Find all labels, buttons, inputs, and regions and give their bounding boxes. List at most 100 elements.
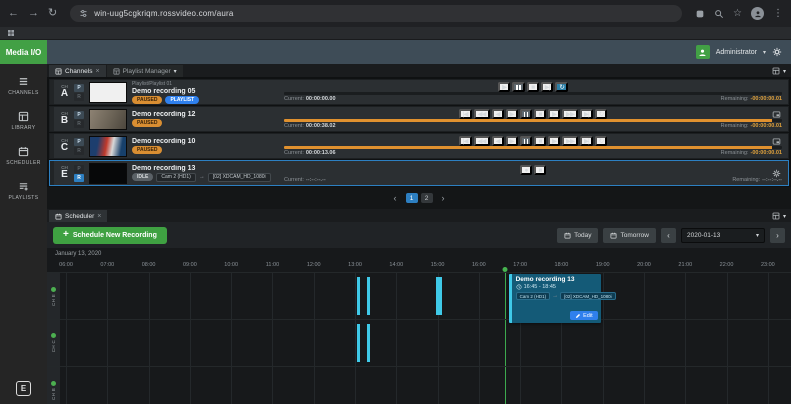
recording-bar[interactable]: [367, 324, 371, 362]
tab-channels[interactable]: Channels ×: [49, 65, 106, 77]
user-menu-caret-icon[interactable]: ▾: [763, 49, 766, 56]
forward-icon[interactable]: →: [28, 8, 39, 19]
recording-bar[interactable]: [357, 277, 361, 315]
record-mode-button[interactable]: R: [74, 119, 84, 128]
date-heading: January 13, 2020: [47, 248, 791, 259]
skip-end-button[interactable]: ▶|: [540, 82, 554, 92]
play-mode-button[interactable]: P: [74, 137, 84, 146]
drag-handle[interactable]: [50, 134, 54, 158]
search-icon[interactable]: [714, 9, 724, 19]
hour-label: 18:00: [554, 262, 569, 268]
pencil-icon: [575, 313, 581, 319]
date-picker[interactable]: 2020-01-13 ▾: [681, 227, 765, 243]
skip-start-button[interactable]: |◀: [458, 136, 472, 146]
record-mode-button[interactable]: R: [74, 92, 84, 101]
rewind-button[interactable]: ◀◀: [473, 136, 490, 146]
event-edit-button[interactable]: Edit: [570, 311, 598, 320]
loop-button[interactable]: ↻: [555, 82, 568, 92]
stop-button[interactable]: ■: [534, 136, 547, 146]
settings-gear-icon[interactable]: [772, 47, 782, 57]
drag-handle[interactable]: [50, 161, 54, 185]
apps-grid-icon[interactable]: [7, 29, 15, 37]
layout-grid-icon[interactable]: [772, 67, 780, 75]
tomorrow-button[interactable]: Tomorrow: [603, 227, 656, 243]
record-mode-button[interactable]: R: [74, 173, 84, 182]
play-mode-button[interactable]: P: [74, 110, 84, 119]
sidebar-item-playlists[interactable]: PLAYLISTS: [9, 181, 39, 201]
fast-forward-button[interactable]: ▶▶: [562, 109, 579, 119]
pause-button[interactable]: [512, 82, 525, 92]
skip-end-button[interactable]: ▶|: [580, 136, 593, 146]
layout-grid-icon[interactable]: [772, 212, 780, 220]
sidebar-item-channels[interactable]: CHANNELS: [8, 76, 38, 96]
date-next-button[interactable]: ›: [770, 227, 785, 243]
scheduled-event[interactable]: Demo recording 13 16:45 - 18:45 Cam 2 (HD1…: [508, 274, 616, 323]
expand-icon[interactable]: [772, 110, 781, 119]
gear-icon[interactable]: [772, 169, 781, 178]
page-button-1[interactable]: 1: [405, 193, 418, 203]
bookmark-star-icon[interactable]: ☆: [733, 8, 742, 19]
channel-row-e[interactable]: CH E P R Demo recording 13 IDLE Cam 2 (HD1) → [0…: [49, 160, 789, 186]
loop-button[interactable]: ↻: [594, 136, 608, 146]
step-forward-button[interactable]: ▶: [548, 109, 561, 119]
play-button[interactable]: ▶: [505, 109, 518, 119]
scheduler-row-track[interactable]: [60, 367, 791, 404]
back-icon[interactable]: ←: [8, 8, 19, 19]
expand-icon[interactable]: [772, 137, 781, 146]
drag-handle[interactable]: [50, 80, 54, 104]
fast-forward-button[interactable]: ▶▶: [562, 136, 579, 146]
extension-icon[interactable]: [695, 9, 705, 19]
play-button[interactable]: ▶: [505, 136, 518, 146]
channel-row-b[interactable]: CH B P R Demo recording 12 PAUSED |◀ ◀◀ ◀ ▶ ■ ▶ ▶▶ ▶|…: [49, 106, 789, 132]
site-info-icon[interactable]: [79, 9, 88, 18]
skip-end-button[interactable]: ▶|: [580, 109, 593, 119]
play-mode-button[interactable]: P: [74, 83, 84, 92]
step-back-button[interactable]: ◀: [491, 109, 504, 119]
pause-button[interactable]: [519, 109, 533, 119]
layout-caret-icon[interactable]: ▾: [783, 213, 786, 220]
rewind-button[interactable]: ◀◀: [473, 109, 490, 119]
pause-button[interactable]: [519, 136, 533, 146]
channel-thumbnail: [89, 108, 127, 130]
browser-menu-icon[interactable]: ⋮: [773, 8, 783, 19]
record-mode-button[interactable]: R: [74, 146, 84, 155]
recording-bar[interactable]: [357, 324, 361, 362]
sidebar-item-scheduler[interactable]: SCHEDULER: [6, 146, 40, 166]
page-prev-button[interactable]: ‹: [394, 193, 397, 203]
address-bar[interactable]: win-uug5cgkriqm.rossvideo.com/aura: [70, 5, 683, 22]
progress-bar: [284, 146, 782, 149]
scheduler-row-header: CH C: [47, 320, 60, 366]
channel-row-a[interactable]: CH A P R Playlist/Playlist 01 Demo recording …: [49, 79, 789, 105]
scheduler-row-track[interactable]: Demo recording 13 16:45 - 18:45 Cam 2 (HD1…: [60, 273, 791, 323]
today-button[interactable]: Today: [557, 227, 599, 243]
step-back-button[interactable]: ◀: [491, 136, 504, 146]
user-avatar[interactable]: [695, 45, 710, 59]
tab-scheduler[interactable]: Scheduler ×: [49, 210, 108, 222]
browser-profile-avatar[interactable]: [751, 7, 764, 20]
stop-button[interactable]: ■: [534, 109, 547, 119]
page-button-2[interactable]: 2: [420, 193, 433, 203]
drag-handle[interactable]: [50, 107, 54, 131]
loop-button[interactable]: ↻: [594, 109, 608, 119]
scheduler-row-track[interactable]: [60, 320, 791, 366]
layout-caret-icon[interactable]: ▾: [783, 68, 786, 75]
reload-icon[interactable]: ↻: [48, 8, 57, 19]
date-prev-button[interactable]: ‹: [661, 227, 676, 243]
recording-bar[interactable]: [367, 277, 371, 315]
channel-row-c[interactable]: CH C P R Demo recording 10 PAUSED |◀ ◀◀ ◀ ▶ ■ ▶ ▶▶ ▶|…: [49, 133, 789, 159]
close-icon[interactable]: ×: [95, 68, 99, 75]
grid-line: [355, 320, 357, 366]
close-icon[interactable]: ×: [97, 213, 101, 220]
skip-start-button[interactable]: |◀: [458, 109, 472, 119]
step-forward-button[interactable]: ▶: [548, 136, 561, 146]
play-button[interactable]: ▶: [498, 82, 511, 92]
tab-playlist-manager[interactable]: Playlist Manager ▾: [106, 65, 183, 77]
recording-bar[interactable]: [435, 277, 442, 315]
schedule-new-recording-button[interactable]: + Schedule New Recording: [53, 226, 167, 244]
sidebar-item-library[interactable]: LIBRARY: [11, 111, 35, 131]
stop-button[interactable]: ■: [534, 165, 546, 175]
stop-button[interactable]: ■: [526, 82, 539, 92]
record-button[interactable]: ●: [520, 165, 532, 175]
play-mode-button[interactable]: P: [74, 164, 84, 173]
page-next-button[interactable]: ›: [442, 193, 445, 203]
